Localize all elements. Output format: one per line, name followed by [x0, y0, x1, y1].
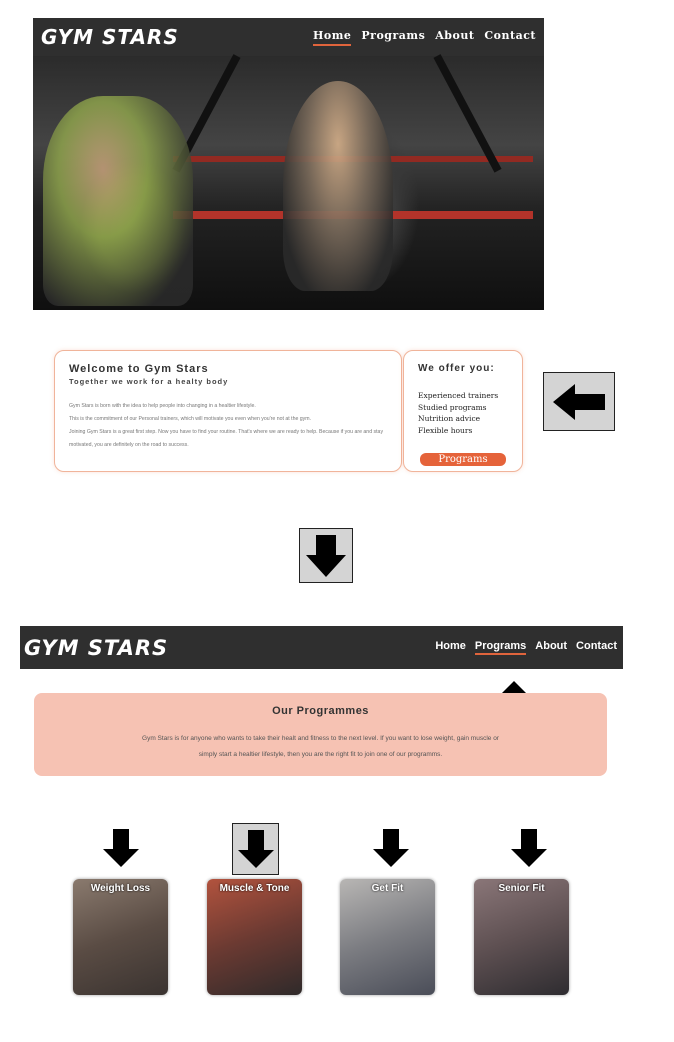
programs-button[interactable]: Programs [420, 453, 506, 466]
top-nav-links: Home Programs About Contact [313, 29, 544, 46]
bottom-nav-about[interactable]: About [535, 640, 567, 655]
down-arrow-icon [370, 826, 412, 870]
bottom-nav-home[interactable]: Home [435, 640, 466, 655]
top-logo[interactable]: GYM STARS [33, 25, 179, 49]
down-arrow-icon [299, 528, 353, 583]
homepage-screenshot: GYM STARS Home Programs About Contact [33, 18, 544, 310]
bottom-nav-links: Home Programs About Contact [435, 640, 623, 655]
down-arrow-icon [508, 826, 550, 870]
programmes-text: Gym Stars is for anyone who wants to tak… [142, 735, 499, 758]
bottom-nav-contact[interactable]: Contact [576, 640, 617, 655]
welcome-paragraph: This is the commitment of our Personal t… [69, 416, 312, 422]
welcome-title: Welcome to Gym Stars [69, 363, 209, 375]
hero-image [33, 54, 544, 310]
program-tile-get-fit[interactable]: Get Fit [340, 879, 435, 995]
bottom-nav-programs[interactable]: Programs [474, 640, 527, 655]
program-tile-muscle-tone[interactable]: Muscle & Tone [207, 879, 302, 995]
offer-item: Flexible hours [418, 425, 473, 435]
tile-title: Muscle & Tone [219, 883, 290, 894]
top-nav-contact[interactable]: Contact [484, 29, 536, 46]
welcome-subtitle: Together we work for a healty body [69, 377, 229, 386]
bottom-logo[interactable]: GYM STARS [20, 636, 168, 660]
top-navbar: GYM STARS Home Programs About Contact [33, 18, 544, 56]
down-arrow-icon [232, 823, 279, 875]
tile-title: Weight Loss [90, 883, 151, 894]
tile-title: Senior Fit [498, 883, 545, 894]
offer-title: We offer you: [418, 363, 495, 374]
offer-list: Experienced trainers Studied programs Nu… [418, 390, 522, 436]
down-arrow-icon [100, 826, 142, 870]
program-tile-weight-loss[interactable]: Weight Loss [73, 879, 168, 995]
left-arrow-icon [543, 372, 615, 431]
program-tile-senior-fit[interactable]: Senior Fit [474, 879, 569, 995]
welcome-paragraph: Gym Stars is born with the idea to help … [69, 403, 256, 409]
top-nav-home[interactable]: Home [313, 29, 352, 46]
tile-title: Get Fit [371, 883, 404, 894]
offer-item: Studied programs [418, 402, 487, 412]
offer-item: Experienced trainers [418, 391, 499, 400]
welcome-paragraph: Joining Gym Stars is a great first step.… [69, 429, 384, 448]
programmes-intro: Our Programmes Gym Stars is for anyone w… [34, 693, 607, 776]
programmes-title: Our Programmes [272, 705, 369, 717]
offer-card: We offer you: Experienced trainers Studi… [403, 350, 523, 472]
offer-item: Nutrition advice [418, 414, 481, 423]
top-nav-programs[interactable]: Programs [361, 29, 425, 46]
welcome-card: Welcome to Gym Stars Together we work fo… [54, 350, 402, 472]
programs-page-navbar: GYM STARS Home Programs About Contact [20, 626, 623, 669]
top-nav-about[interactable]: About [435, 29, 474, 46]
